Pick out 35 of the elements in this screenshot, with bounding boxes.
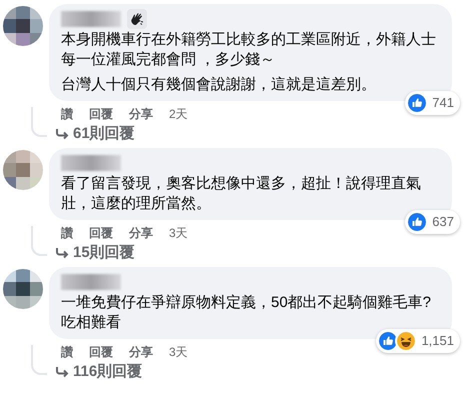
reply-arrow-icon xyxy=(55,366,69,378)
avatar-placeholder[interactable] xyxy=(3,269,43,309)
action-link[interactable]: 分享 xyxy=(129,224,153,242)
timestamp[interactable]: 3天 xyxy=(169,224,188,242)
comment-text: 本身開機車行在外籍勞工比較多的工業區附近，外籍人士每一位灌風完都會問 ，多少錢～ xyxy=(61,30,437,70)
timestamp[interactable]: 3天 xyxy=(169,342,188,360)
timestamp[interactable]: 2天 xyxy=(169,104,188,122)
reply-arrow-icon xyxy=(55,247,69,259)
action-link[interactable]: 回覆 xyxy=(89,342,113,360)
thumbs-up-icon xyxy=(406,211,428,233)
reaction-count: 741 xyxy=(432,94,454,112)
reaction-summary[interactable]: 1,151 xyxy=(376,329,460,353)
action-link[interactable]: 讚 xyxy=(61,104,73,122)
laughing-face-icon xyxy=(395,330,418,352)
comment-text: 台灣人十個只有幾個會說謝謝，這就是這差別。 xyxy=(61,75,377,95)
view-replies-link[interactable]: 116則回覆 xyxy=(73,360,142,384)
action-link[interactable]: 讚 xyxy=(61,224,73,242)
action-link[interactable]: 讚 xyxy=(61,342,73,360)
avatar-placeholder[interactable] xyxy=(3,6,43,46)
thread-line xyxy=(31,345,47,375)
reply-arrow-icon xyxy=(55,128,69,140)
thumbs-up-icon xyxy=(406,92,428,114)
thread-line xyxy=(31,226,47,256)
thread-line xyxy=(31,107,47,137)
view-replies-link[interactable]: 15則回覆 xyxy=(73,242,135,264)
reaction-summary[interactable]: 741 xyxy=(405,91,460,115)
reaction-summary[interactable]: 637 xyxy=(405,210,460,234)
action-link[interactable]: 分享 xyxy=(129,104,153,122)
hand-badge-icon xyxy=(127,9,147,29)
action-link[interactable]: 回覆 xyxy=(89,104,113,122)
reaction-count: 637 xyxy=(432,213,454,232)
reaction-count: 1,151 xyxy=(421,332,454,350)
action-link[interactable]: 分享 xyxy=(129,342,153,360)
action-link[interactable]: 回覆 xyxy=(89,224,113,242)
view-replies-link[interactable]: 61則回覆 xyxy=(73,122,135,146)
